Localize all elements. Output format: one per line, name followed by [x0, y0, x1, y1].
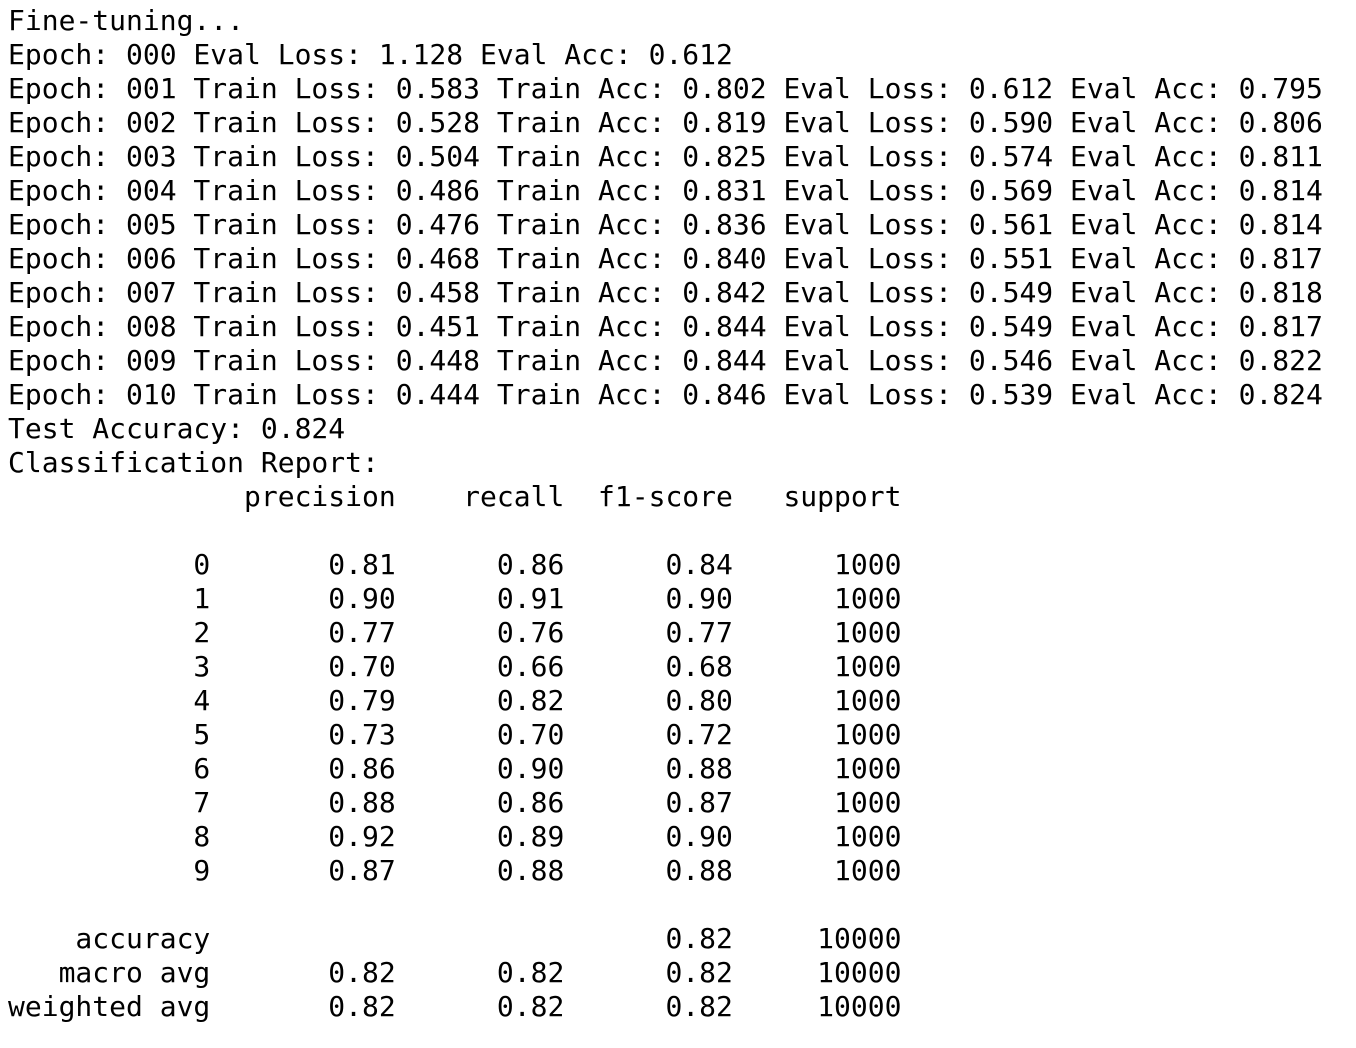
report-accuracy-row: accuracy 0.82 10000	[8, 922, 902, 955]
epoch-log-line: Epoch: 010 Train Loss: 0.444 Train Acc: …	[8, 378, 1323, 411]
report-weighted-avg-row: weighted avg 0.82 0.82 0.82 10000	[8, 990, 902, 1023]
report-class-row: 3 0.70 0.66 0.68 1000	[8, 650, 902, 683]
report-title: Classification Report:	[8, 446, 379, 479]
report-class-row: 5 0.73 0.70 0.72 1000	[8, 718, 902, 751]
epoch-log-line: Epoch: 009 Train Loss: 0.448 Train Acc: …	[8, 344, 1323, 377]
report-class-row: 2 0.77 0.76 0.77 1000	[8, 616, 902, 649]
epoch-log-line: Epoch: 001 Train Loss: 0.583 Train Acc: …	[8, 72, 1323, 105]
test-accuracy-line: Test Accuracy: 0.824	[8, 412, 346, 445]
epoch-log-line: Epoch: 006 Train Loss: 0.468 Train Acc: …	[8, 242, 1323, 275]
epoch-log-line: Epoch: 003 Train Loss: 0.504 Train Acc: …	[8, 140, 1323, 173]
epoch-log-line: Epoch: 002 Train Loss: 0.528 Train Acc: …	[8, 106, 1323, 139]
report-macro-avg-row: macro avg 0.82 0.82 0.82 10000	[8, 956, 902, 989]
status-line: Fine-tuning...	[8, 4, 245, 37]
report-class-row: 1 0.90 0.91 0.90 1000	[8, 582, 902, 615]
epoch-log-line: Epoch: 004 Train Loss: 0.486 Train Acc: …	[8, 174, 1323, 207]
epoch-log-line: Epoch: 005 Train Loss: 0.476 Train Acc: …	[8, 208, 1323, 241]
report-class-row: 8 0.92 0.89 0.90 1000	[8, 820, 902, 853]
epoch-log-line: Epoch: 007 Train Loss: 0.458 Train Acc: …	[8, 276, 1323, 309]
report-class-row: 6 0.86 0.90 0.88 1000	[8, 752, 902, 785]
report-class-row: 7 0.88 0.86 0.87 1000	[8, 786, 902, 819]
report-class-row: 0 0.81 0.86 0.84 1000	[8, 548, 902, 581]
report-class-row: 9 0.87 0.88 0.88 1000	[8, 854, 902, 887]
report-class-row: 4 0.79 0.82 0.80 1000	[8, 684, 902, 717]
terminal-output: Fine-tuning... Epoch: 000 Eval Loss: 1.1…	[8, 4, 1348, 1044]
epoch-log-line: Epoch: 000 Eval Loss: 1.128 Eval Acc: 0.…	[8, 38, 733, 71]
epoch-log-line: Epoch: 008 Train Loss: 0.451 Train Acc: …	[8, 310, 1323, 343]
report-header-row: precision recall f1-score support	[8, 480, 902, 513]
